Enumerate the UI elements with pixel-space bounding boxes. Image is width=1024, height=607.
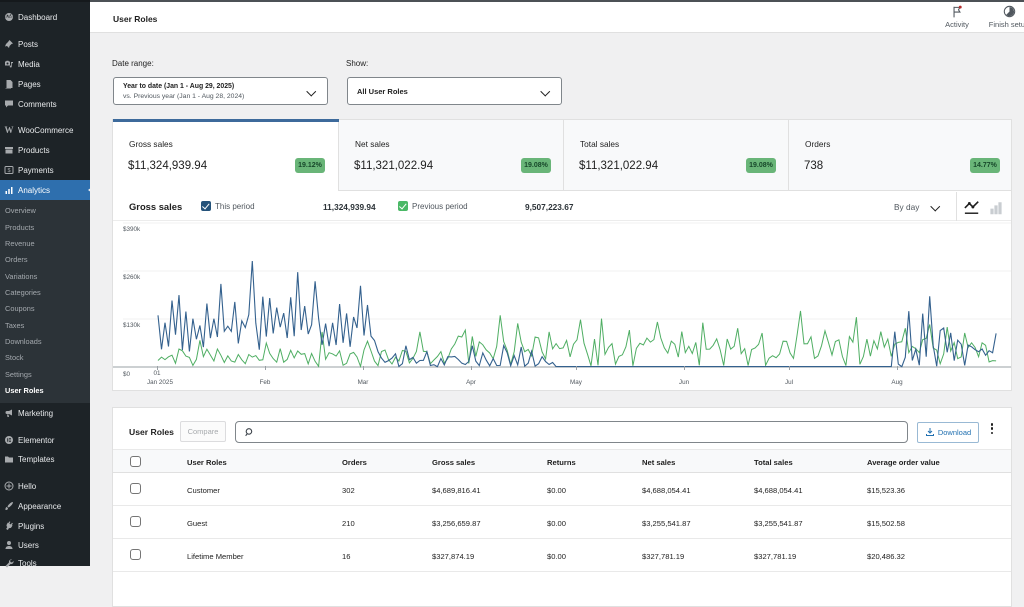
svg-text:$: $	[7, 168, 10, 174]
